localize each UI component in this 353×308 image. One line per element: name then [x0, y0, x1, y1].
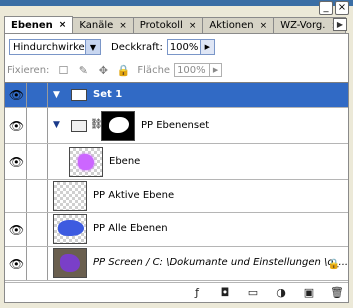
layer-style-icon[interactable]: ƒ: [190, 286, 204, 300]
new-set-folder-icon[interactable]: ▭: [246, 286, 260, 300]
close-icon[interactable]: ×: [59, 20, 67, 30]
link-toggle[interactable]: [28, 247, 48, 280]
lock-position-move-icon[interactable]: ✥: [97, 64, 109, 77]
tab-label: Aktionen: [209, 20, 254, 31]
expand-triangle-icon[interactable]: ▼: [53, 120, 60, 130]
lock-image-brush-icon[interactable]: ✎: [77, 64, 89, 77]
layer-row[interactable]: PP Aktive Ebene: [5, 180, 348, 213]
triangle-right-icon: ▶: [204, 43, 210, 51]
tab-label: Protokoll: [139, 20, 183, 31]
tab-label: Kanäle: [79, 20, 114, 31]
fill-input[interactable]: 100%: [174, 63, 211, 77]
eye-icon: 👁: [8, 118, 25, 133]
tab-protokoll[interactable]: Protokoll ×: [132, 17, 204, 33]
mask-white-shape: [109, 117, 129, 133]
layer-row[interactable]: 👁 Ebene: [5, 144, 348, 180]
layer-thumbnail[interactable]: [53, 181, 87, 211]
panel-footer: ƒ ◘ ▭ ◑ ▣ 🗑: [5, 282, 348, 302]
layer-row[interactable]: 👁 ▼ Set 1: [5, 83, 348, 108]
close-icon[interactable]: ×: [119, 21, 127, 31]
close-button[interactable]: ×: [335, 1, 349, 15]
folder-icon: [71, 89, 87, 101]
blend-opacity-row: Hindurchwirken ▼ Deckkraft: 100% ▶: [9, 38, 215, 56]
window-controls: _ ×: [319, 1, 349, 15]
layer-name[interactable]: PP Screen / C: \Dokumante und Einstellun…: [93, 257, 348, 268]
visibility-toggle[interactable]: 👁: [7, 213, 27, 246]
lock-label: Fixieren:: [7, 64, 50, 76]
layer-row[interactable]: 👁 PP Screen / C: \Dokumante und Einstell…: [5, 247, 348, 281]
panel-tabs: Ebenen × Kanäle × Protokoll × Aktionen × WZ-…: [4, 16, 346, 33]
close-icon[interactable]: ×: [260, 21, 268, 31]
link-toggle[interactable]: [28, 83, 48, 107]
tab-kanaele[interactable]: Kanäle ×: [72, 17, 134, 33]
eye-icon: 👁: [8, 256, 25, 271]
eye-icon: 👁: [8, 88, 25, 102]
blue-shape: [58, 220, 84, 236]
eye-icon: 👁: [8, 222, 25, 237]
add-mask-icon[interactable]: ◘: [218, 286, 232, 300]
layer-row[interactable]: 👁 ▼ ⛓ PP Ebenenset: [5, 108, 348, 144]
minimize-button[interactable]: _: [319, 1, 333, 15]
opacity-input[interactable]: 100%: [166, 39, 201, 55]
lock-row: Fixieren: ☐ ✎ ✥ 🔒 Fläche 100% ▶: [7, 62, 223, 78]
layer-name[interactable]: PP Alle Ebenen: [93, 223, 168, 234]
layer-row[interactable]: 👁 PP Alle Ebenen: [5, 213, 348, 247]
link-toggle[interactable]: [28, 180, 48, 212]
chevron-down-icon[interactable]: ▼: [85, 40, 100, 54]
layers-list: 👁 ▼ Set 1 👁 ▼ ⛓ PP Ebenenset 👁 Ebene PP …: [5, 82, 348, 281]
panel-menu-button[interactable]: ▶: [333, 18, 347, 31]
lock-all-icon[interactable]: 🔒: [117, 64, 131, 77]
blend-mode-value: Hindurchwirken: [13, 41, 92, 53]
folder-icon: [71, 120, 87, 132]
eye-icon: 👁: [8, 154, 25, 169]
splat-shape: [78, 154, 94, 170]
triangle-right-icon: ▶: [336, 20, 344, 29]
layers-panel: Hindurchwirken ▼ Deckkraft: 100% ▶ Fixie…: [4, 33, 349, 303]
link-toggle[interactable]: [28, 144, 48, 179]
blend-mode-select[interactable]: Hindurchwirken ▼: [9, 39, 101, 55]
visibility-toggle[interactable]: 👁: [7, 83, 27, 107]
visibility-toggle[interactable]: 👁: [7, 108, 27, 143]
purple-shape: [60, 254, 80, 272]
layer-name[interactable]: PP Ebenenset: [141, 120, 209, 131]
link-toggle[interactable]: [28, 213, 48, 246]
trash-icon[interactable]: 🗑: [330, 286, 344, 300]
tab-label: Ebenen: [11, 19, 53, 31]
triangle-right-icon: ▶: [212, 66, 219, 74]
tab-ebenen[interactable]: Ebenen ×: [4, 16, 74, 33]
layer-name[interactable]: PP Aktive Ebene: [93, 190, 174, 201]
tab-aktionen[interactable]: Aktionen ×: [202, 17, 275, 33]
layer-thumbnail[interactable]: [53, 248, 87, 278]
close-icon[interactable]: ×: [189, 21, 197, 31]
window-titlebar[interactable]: [0, 0, 353, 6]
layer-thumbnail[interactable]: [53, 214, 87, 244]
opacity-slider-button[interactable]: ▶: [200, 39, 215, 55]
fill-label: Fläche: [137, 64, 171, 76]
lock-transparency-icon[interactable]: ☐: [57, 64, 69, 77]
adjustment-layer-icon[interactable]: ◑: [274, 286, 288, 300]
layer-name[interactable]: Set 1: [93, 89, 122, 100]
visibility-toggle[interactable]: [7, 180, 27, 212]
visibility-toggle[interactable]: 👁: [7, 144, 27, 179]
opacity-label: Deckkraft:: [111, 41, 163, 53]
tab-label: WZ-Vorg.: [280, 20, 326, 31]
layer-mask-thumbnail[interactable]: [101, 111, 135, 141]
link-toggle[interactable]: [28, 108, 48, 143]
new-layer-icon[interactable]: ▣: [302, 286, 316, 300]
visibility-toggle[interactable]: 👁: [7, 247, 27, 280]
lock-icon: 🔒: [327, 259, 340, 270]
layer-name[interactable]: Ebene: [109, 156, 140, 167]
layer-thumbnail[interactable]: [69, 147, 103, 177]
fill-slider-button[interactable]: ▶: [210, 63, 223, 77]
expand-triangle-icon[interactable]: ▼: [53, 90, 60, 100]
